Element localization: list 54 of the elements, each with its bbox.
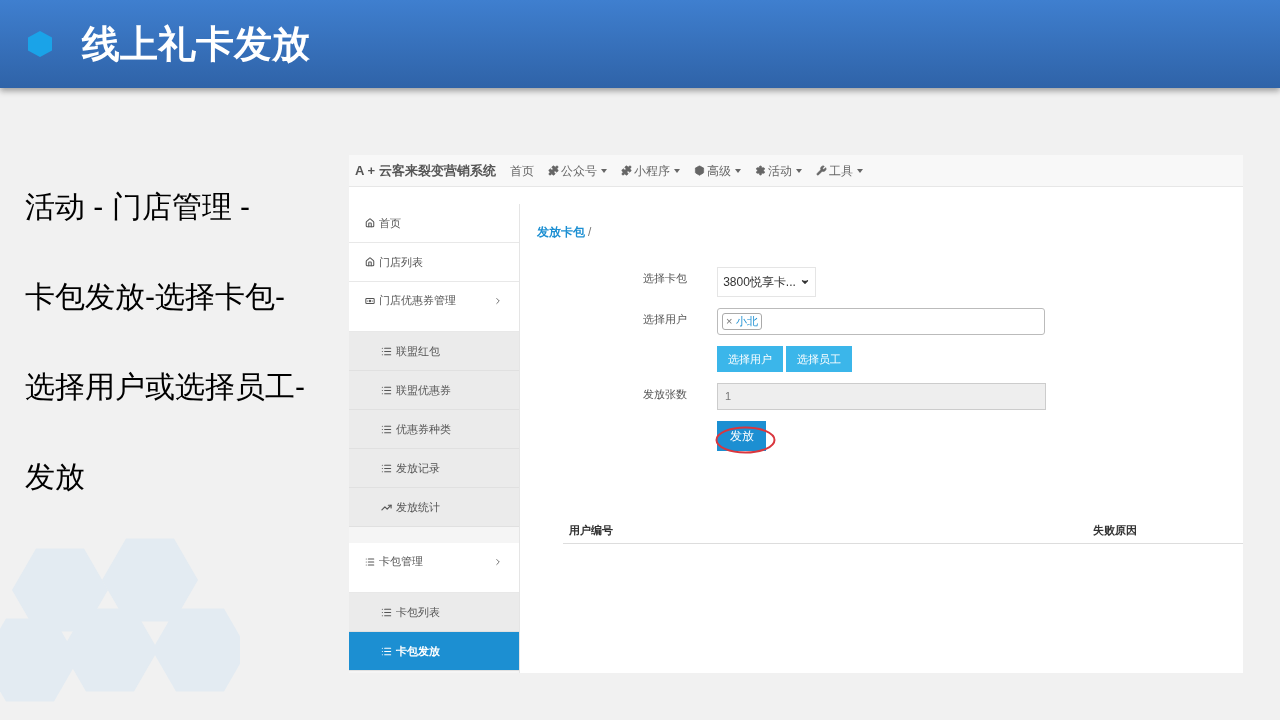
banknote-icon	[365, 295, 375, 306]
chevron-right-icon	[493, 556, 503, 567]
field-label: 发放张数	[642, 387, 688, 402]
nav-menu-item[interactable]: 工具	[815, 161, 863, 180]
tag-remove-button[interactable]: ×	[726, 314, 733, 329]
step-text: 选择用户或选择员工-	[25, 369, 306, 405]
list-icon	[381, 645, 392, 657]
nav-menu-item[interactable]: 公众号	[547, 161, 607, 180]
list-icon	[381, 462, 392, 474]
field-label: 选择用户	[642, 312, 688, 327]
caret-icon	[799, 277, 810, 287]
sidebar-subitem[interactable]: 发放统计	[349, 488, 519, 527]
sidebar-subitem[interactable]: 发放记录	[349, 449, 519, 488]
sidebar-item[interactable]: 门店优惠券管理	[349, 282, 519, 332]
nav-menu-item[interactable]: 高级	[693, 161, 741, 180]
list-icon	[365, 556, 375, 567]
column-header: 用户编号	[569, 522, 613, 538]
user-tag-field[interactable]: × 小北	[717, 308, 1045, 335]
sidebar-subitem[interactable]: 联盟优惠券	[349, 371, 519, 410]
nav-menu-item[interactable]: 小程序	[620, 161, 680, 180]
list-icon	[381, 423, 392, 435]
nav-menu-item[interactable]: 首页	[509, 161, 534, 180]
sidebar-subitem[interactable]: 优惠券种类	[349, 410, 519, 449]
count-field[interactable]: 1	[717, 383, 1046, 410]
gear-icon	[754, 165, 766, 176]
sidebar-subitem[interactable]: 联盟红包	[349, 332, 519, 371]
list-icon	[381, 345, 392, 357]
chevron-right-icon	[493, 295, 503, 306]
step-text: 卡包发放-选择卡包-	[25, 279, 286, 315]
column-header: 失败原因	[1093, 522, 1137, 538]
step-text: 活动 - 门店管理 -	[25, 189, 251, 225]
breadcrumb-link[interactable]: 发放卡包	[537, 223, 585, 241]
sidebar-subitem[interactable]: 卡包发放	[349, 632, 519, 671]
breadcrumb-separator: /	[588, 224, 592, 241]
card-select[interactable]: 3800悦享卡...	[717, 267, 816, 297]
cube-icon	[693, 165, 705, 176]
list-icon	[381, 384, 392, 396]
step-text: 发放	[25, 459, 86, 495]
puzzle-icon	[547, 165, 559, 176]
hexagon-icon	[28, 31, 52, 57]
sidebar-item[interactable]: 首页	[349, 204, 519, 243]
brand-name: A + 云客来裂变营销系统	[355, 161, 496, 180]
home-icon	[365, 218, 375, 228]
list-icon	[381, 606, 392, 618]
slide-title: 线上礼卡发放	[82, 21, 310, 67]
nav-menu-item[interactable]: 活动	[754, 161, 802, 180]
field-label: 选择卡包	[642, 271, 688, 286]
sidebar-item[interactable]: 门店列表	[349, 243, 519, 282]
sidebar-subitem[interactable]: 卡包列表	[349, 593, 519, 632]
sidebar-item[interactable]: 卡包管理	[349, 543, 519, 593]
home-icon	[365, 257, 375, 267]
wrench-icon	[815, 165, 827, 176]
tag-label: 小北	[736, 314, 759, 329]
puzzle-icon	[620, 165, 632, 176]
